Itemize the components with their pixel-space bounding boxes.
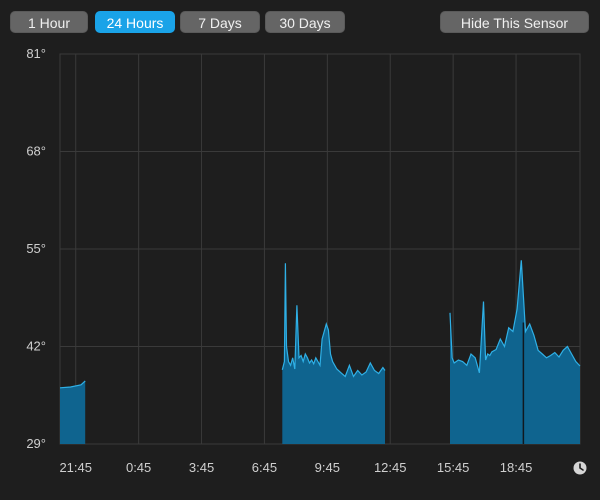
clock-icon[interactable] [573, 461, 587, 475]
x-axis: 21:45 0:45 3:45 6:45 9:45 12:45 15:45 18:45 [59, 460, 532, 475]
y-tick-label: 68° [26, 144, 46, 159]
series-area-segment [60, 381, 86, 444]
x-tick-label: 9:45 [315, 460, 340, 475]
range-button-1-hour[interactable]: 1 Hour [10, 11, 88, 33]
toolbar: 1 Hour 24 Hours 7 Days 30 Days Hide This… [0, 0, 600, 40]
series-area-segment [282, 263, 385, 444]
x-tick-label: 12:45 [374, 460, 407, 475]
y-tick-label: 55° [26, 241, 46, 256]
y-tick-label: 29° [26, 436, 46, 451]
y-tick-label: 81° [26, 46, 46, 61]
hide-sensor-button[interactable]: Hide This Sensor [440, 11, 589, 33]
x-tick-label: 18:45 [500, 460, 533, 475]
y-axis: 81° 68° 55° 42° 29° [26, 46, 46, 451]
x-tick-label: 0:45 [126, 460, 151, 475]
range-button-30-days[interactable]: 30 Days [265, 11, 345, 33]
x-tick-label: 6:45 [252, 460, 277, 475]
x-tick-label: 15:45 [437, 460, 470, 475]
series-area-segment [450, 260, 580, 444]
x-tick-label: 3:45 [189, 460, 214, 475]
series-area [59, 260, 581, 444]
x-tick-label: 21:45 [59, 460, 92, 475]
temperature-chart: 81° 68° 55° 42° 29° 21:45 0:45 3:45 6:45 9:45 12:… [26, 46, 587, 475]
range-button-7-days[interactable]: 7 Days [180, 11, 260, 33]
range-button-24-hours[interactable]: 24 Hours [95, 11, 175, 33]
y-tick-label: 42° [26, 339, 46, 354]
